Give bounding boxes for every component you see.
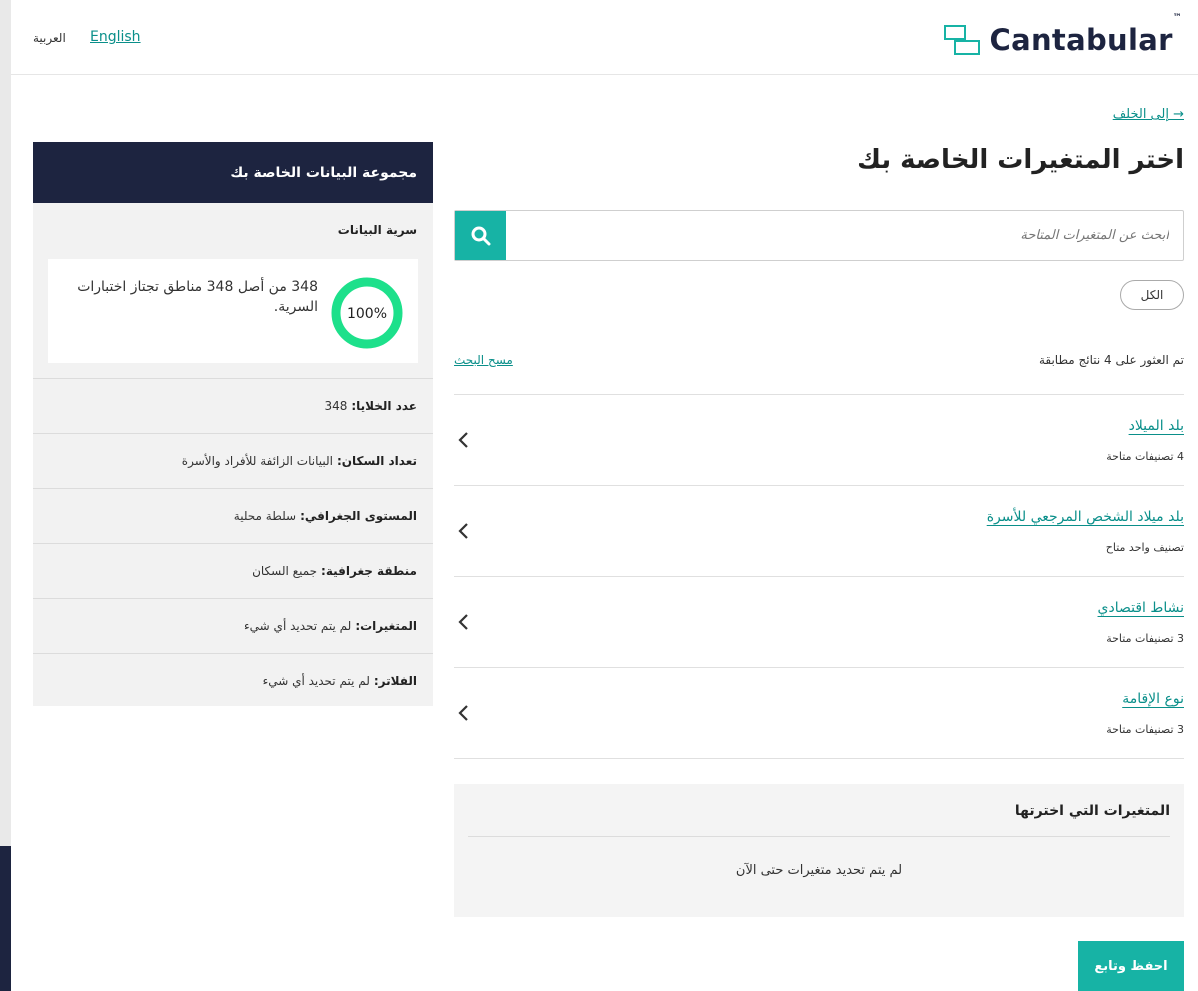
variable-title[interactable]: بلد ميلاد الشخص المرجعي للأسرة xyxy=(987,509,1184,525)
cantabular-logo[interactable]: Cantabular™ xyxy=(943,13,1182,58)
row-value: البيانات الزائفة للأفراد والأسرة xyxy=(181,454,333,468)
row-label: عدد الخلايا: xyxy=(351,399,417,413)
variable-item[interactable]: نشاط اقتصادي 3 تصنيفات متاحة xyxy=(454,577,1184,668)
search-icon xyxy=(471,226,490,245)
variable-item[interactable]: بلد الميلاد 4 تصنيفات متاحة xyxy=(454,395,1184,486)
row-label: المتغيرات: xyxy=(355,619,417,633)
confidentiality-card: 100% 348 من أصل 348 مناطق تجتاز اختبارات… xyxy=(48,259,418,363)
panel-row-cells: عدد الخلايا: 348 xyxy=(33,378,433,433)
cantabular-logo-icon xyxy=(943,25,980,55)
row-value: لم يتم تحديد أي شيء xyxy=(244,619,352,633)
page-left-edge xyxy=(0,0,11,991)
row-value: جميع السكان xyxy=(252,564,318,578)
variable-subtitle: 3 تصنيفات متاحة xyxy=(1106,723,1184,736)
row-value: لم يتم تحديد أي شيء xyxy=(262,674,370,688)
confidentiality-donut: 100% xyxy=(331,277,403,349)
selected-variables-empty: لم يتم تحديد متغيرات حتى الآن xyxy=(735,863,903,878)
divider xyxy=(468,836,1170,837)
row-value: 348 xyxy=(324,399,348,413)
site-header: العربية English Cantabular™ xyxy=(11,0,1198,75)
back-link[interactable]: → إلى الخلف xyxy=(1113,107,1184,122)
variable-subtitle: 4 تصنيفات متاحة xyxy=(1106,450,1184,463)
save-and-continue-button[interactable]: احفظ وتابع xyxy=(1078,941,1184,991)
chevron-left-icon[interactable] xyxy=(456,703,470,723)
variable-search xyxy=(454,210,1184,261)
row-label: المستوى الجغرافي: xyxy=(300,509,417,523)
language-english-link[interactable]: English xyxy=(90,29,141,45)
row-label: تعداد السكان: xyxy=(336,454,417,468)
chevron-left-icon[interactable] xyxy=(456,430,470,450)
page-left-edge-dark xyxy=(0,846,11,991)
confidentiality-title: سرية البيانات xyxy=(337,223,417,237)
panel-row-variables: المتغيرات: لم يتم تحديد أي شيء xyxy=(33,598,433,653)
variable-item[interactable]: بلد ميلاد الشخص المرجعي للأسرة تصنيف واح… xyxy=(454,486,1184,577)
variable-list: بلد الميلاد 4 تصنيفات متاحة بلد ميلاد ال… xyxy=(454,394,1184,759)
variable-subtitle: 3 تصنيفات متاحة xyxy=(1106,632,1184,645)
chevron-left-icon[interactable] xyxy=(456,612,470,632)
search-input[interactable] xyxy=(506,211,1183,260)
variable-title[interactable]: بلد الميلاد xyxy=(1129,418,1184,434)
panel-row-geo-level: المستوى الجغرافي: سلطة محلية xyxy=(33,488,433,543)
panel-title: مجموعة البيانات الخاصة بك xyxy=(33,142,433,203)
chevron-left-icon[interactable] xyxy=(456,521,470,541)
dataset-summary-panel: مجموعة البيانات الخاصة بك سرية البيانات … xyxy=(33,142,433,706)
variable-item[interactable]: نوع الإقامة 3 تصنيفات متاحة xyxy=(454,668,1184,759)
clear-search-link[interactable]: مسح البحث xyxy=(454,353,513,367)
selected-variables-title: المتغيرات التي اخترتها xyxy=(1014,803,1170,819)
row-label: منطقة جغرافية: xyxy=(321,564,417,578)
results-count: تم العثور على 4 نتائج مطابقة xyxy=(1038,353,1184,367)
row-value: سلطة محلية xyxy=(233,509,297,523)
variable-title[interactable]: نوع الإقامة xyxy=(1122,691,1184,707)
confidentiality-percent: 100% xyxy=(347,306,387,322)
confidentiality-text: 348 من أصل 348 مناطق تجتاز اختبارات السر… xyxy=(77,279,318,315)
language-arabic-link[interactable]: العربية xyxy=(33,31,66,45)
logo-text: Cantabular™ xyxy=(989,13,1182,57)
panel-row-geo-area: منطقة جغرافية: جميع السكان xyxy=(33,543,433,598)
logo-trademark: ™ xyxy=(1172,13,1182,23)
search-button[interactable] xyxy=(455,211,506,260)
selected-variables-box: المتغيرات التي اخترتها لم يتم تحديد متغي… xyxy=(454,784,1184,917)
panel-row-filters: الفلاتر: لم يتم تحديد أي شيء xyxy=(33,653,433,708)
panel-rows: عدد الخلايا: 348 تعداد السكان: البيانات ال… xyxy=(33,378,433,708)
panel-row-population: تعداد السكان: البيانات الزائفة للأفراد وا… xyxy=(33,433,433,488)
results-row: تم العثور على 4 نتائج مطابقة مسح البحث xyxy=(454,353,1184,373)
variable-title[interactable]: نشاط اقتصادي xyxy=(1098,600,1184,616)
filter-chip-all[interactable]: الكل xyxy=(1120,280,1184,310)
row-label: الفلاتر: xyxy=(373,674,417,688)
variable-subtitle: تصنيف واحد متاح xyxy=(1105,541,1184,554)
page-title: اختر المتغيرات الخاصة بك xyxy=(857,145,1184,175)
